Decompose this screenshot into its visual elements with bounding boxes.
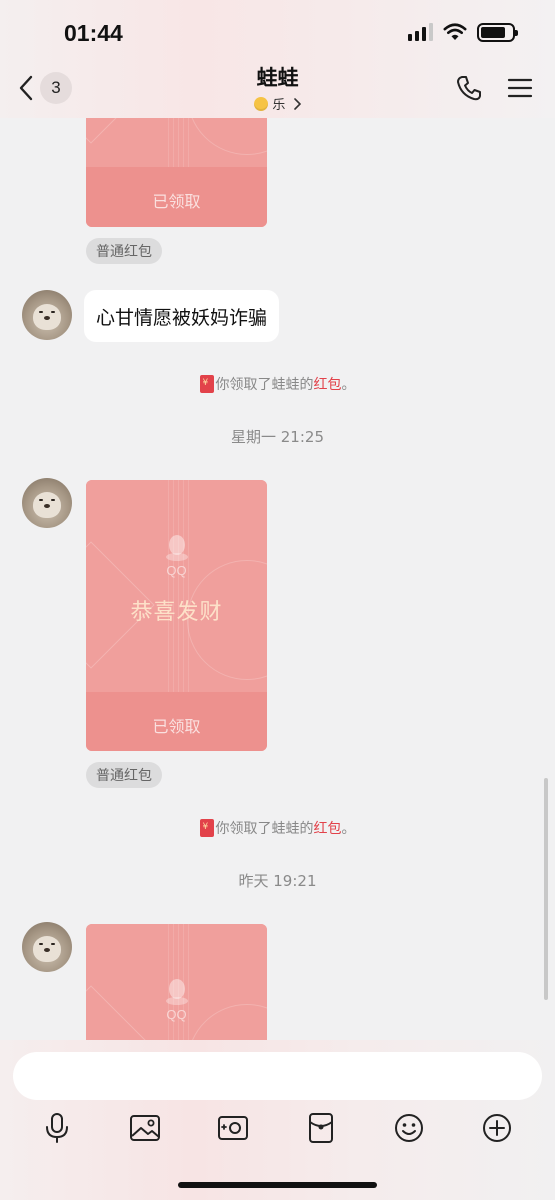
chat-subtitle-text: 乐 bbox=[272, 98, 286, 113]
composer-toolbar bbox=[0, 1110, 555, 1146]
chevron-right-icon bbox=[293, 98, 301, 110]
qq-penguin-icon bbox=[166, 535, 188, 561]
avatar[interactable] bbox=[22, 478, 72, 528]
microphone-icon bbox=[46, 1113, 68, 1143]
red-packet-small-icon bbox=[199, 375, 214, 393]
timestamp-separator: 星期一 21:25 bbox=[231, 428, 324, 446]
timestamp-separator: 昨天 19:21 bbox=[238, 872, 317, 890]
chat-header: 01:44 3 蛙蛙 乐 bbox=[0, 0, 555, 118]
wifi-icon bbox=[443, 23, 467, 40]
red-packet-brand: QQ bbox=[166, 1007, 187, 1022]
red-packet-type-tag: 普通红包 bbox=[86, 762, 162, 788]
red-packet-greeting: 恭喜发财 bbox=[130, 600, 223, 625]
red-packet-status: 已领取 bbox=[152, 192, 201, 211]
system-notice: 你领取了蛙蛙的红包。 bbox=[0, 818, 555, 838]
scrollbar[interactable] bbox=[544, 778, 548, 1000]
avatar[interactable] bbox=[22, 290, 72, 340]
status-icons bbox=[408, 22, 518, 42]
emoji-button[interactable] bbox=[391, 1110, 427, 1146]
red-packet-button[interactable] bbox=[303, 1110, 339, 1146]
red-packet-link[interactable]: 红包 bbox=[314, 377, 342, 393]
red-packet-type-tag: 普通红包 bbox=[86, 238, 162, 264]
red-packet-status: 已领取 bbox=[152, 717, 201, 736]
image-icon bbox=[130, 1115, 160, 1141]
red-packet-message[interactable]: 已领取 bbox=[86, 118, 267, 227]
menu-icon[interactable] bbox=[507, 74, 533, 102]
system-notice: 你领取了蛙蛙的红包。 bbox=[0, 374, 555, 394]
red-packet-icon bbox=[309, 1113, 333, 1143]
red-packet-small-icon bbox=[199, 819, 214, 837]
plus-icon bbox=[483, 1114, 511, 1142]
camera-button[interactable] bbox=[215, 1110, 251, 1146]
voice-button[interactable] bbox=[39, 1110, 75, 1146]
red-packet-brand: QQ bbox=[166, 563, 187, 578]
emoji-icon bbox=[395, 1114, 423, 1142]
header-actions bbox=[455, 74, 533, 102]
phone-icon[interactable] bbox=[455, 74, 483, 102]
red-packet-message[interactable]: QQ bbox=[86, 924, 267, 1040]
avatar[interactable] bbox=[22, 922, 72, 972]
home-indicator[interactable] bbox=[178, 1182, 377, 1188]
photo-button[interactable] bbox=[127, 1110, 163, 1146]
emoji-status-icon bbox=[254, 97, 269, 111]
red-packet-link[interactable]: 红包 bbox=[314, 821, 342, 837]
signal-icon bbox=[408, 23, 433, 41]
camera-icon bbox=[218, 1116, 248, 1140]
message-list[interactable]: 已领取 普通红包 心甘情愿被妖妈诈骗 你领取了蛙蛙的红包。 星期一 21:25 … bbox=[0, 118, 555, 1040]
text-message-bubble[interactable]: 心甘情愿被妖妈诈骗 bbox=[84, 290, 280, 342]
more-button[interactable] bbox=[479, 1110, 515, 1146]
red-packet-message[interactable]: QQ 恭喜发财 已领取 bbox=[86, 480, 267, 751]
composer-bar bbox=[0, 1040, 555, 1200]
status-time: 01:44 bbox=[64, 20, 123, 46]
battery-icon bbox=[477, 22, 518, 42]
qq-penguin-icon bbox=[166, 979, 188, 1005]
message-input[interactable] bbox=[13, 1052, 542, 1100]
